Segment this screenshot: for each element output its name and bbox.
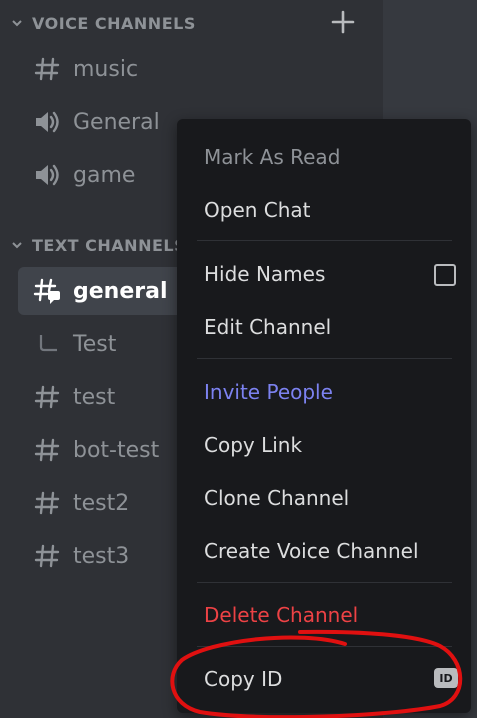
hide-names-checkbox[interactable]	[434, 264, 456, 286]
menu-clone-channel[interactable]: Clone Channel	[187, 476, 470, 520]
channel-label: test2	[73, 490, 130, 516]
menu-mark-as-read[interactable]: Mark As Read	[187, 135, 470, 179]
thread-branch-icon	[32, 329, 62, 359]
hash-icon	[32, 382, 62, 412]
chevron-down-icon	[12, 242, 22, 249]
menu-item-label: Edit Channel	[204, 315, 332, 339]
channel-label: General	[73, 109, 160, 135]
menu-edit-channel[interactable]: Edit Channel	[187, 305, 470, 349]
menu-separator	[197, 358, 452, 359]
channel-context-menu: Mark As Read Open Chat Hide Names Edit C…	[177, 119, 471, 713]
menu-item-label: Mark As Read	[204, 145, 341, 169]
channel-label: bot-test	[73, 437, 160, 463]
channel-label: Test	[73, 331, 117, 357]
channel-label: music	[73, 56, 139, 82]
menu-item-label: Open Chat	[204, 198, 311, 222]
hash-icon	[32, 54, 62, 84]
menu-delete-channel[interactable]: Delete Channel	[187, 593, 470, 637]
channel-label: test3	[73, 543, 130, 569]
channel-label: game	[73, 162, 136, 188]
menu-create-voice-channel[interactable]: Create Voice Channel	[187, 529, 470, 573]
speaker-icon	[32, 107, 62, 137]
channel-label: test	[73, 384, 116, 410]
menu-open-chat[interactable]: Open Chat	[187, 188, 470, 232]
channel-label: general	[73, 278, 168, 304]
category-voice-channels[interactable]: VOICE CHANNELS	[10, 8, 196, 38]
menu-item-label: Copy Link	[204, 433, 303, 457]
menu-item-label: Hide Names	[204, 262, 326, 286]
menu-hide-names[interactable]: Hide Names	[187, 252, 470, 296]
menu-item-label: Clone Channel	[204, 486, 350, 510]
menu-item-label: Copy ID	[204, 667, 283, 691]
hash-icon	[32, 541, 62, 571]
menu-item-label: Delete Channel	[204, 603, 359, 627]
menu-separator	[197, 240, 452, 241]
speaker-icon	[32, 160, 62, 190]
menu-item-label: Invite People	[204, 380, 333, 404]
category-label: TEXT CHANNELS	[32, 235, 187, 255]
channel-music[interactable]: music	[18, 45, 248, 93]
add-channel-plus-icon[interactable]	[330, 9, 356, 35]
menu-copy-link[interactable]: Copy Link	[187, 423, 470, 467]
chevron-down-icon	[12, 20, 22, 27]
id-badge-icon: ID	[434, 668, 458, 688]
menu-separator	[197, 582, 452, 583]
menu-invite-people[interactable]: Invite People	[187, 370, 470, 414]
hash-icon	[32, 435, 62, 465]
menu-copy-id[interactable]: Copy ID ID	[187, 657, 470, 701]
category-text-channels[interactable]: TEXT CHANNELS	[10, 230, 186, 260]
menu-item-label: Create Voice Channel	[204, 539, 419, 563]
menu-separator	[197, 646, 452, 647]
hash-icon	[32, 488, 62, 518]
hash-thread-icon	[32, 276, 62, 306]
category-label: VOICE CHANNELS	[32, 13, 196, 33]
